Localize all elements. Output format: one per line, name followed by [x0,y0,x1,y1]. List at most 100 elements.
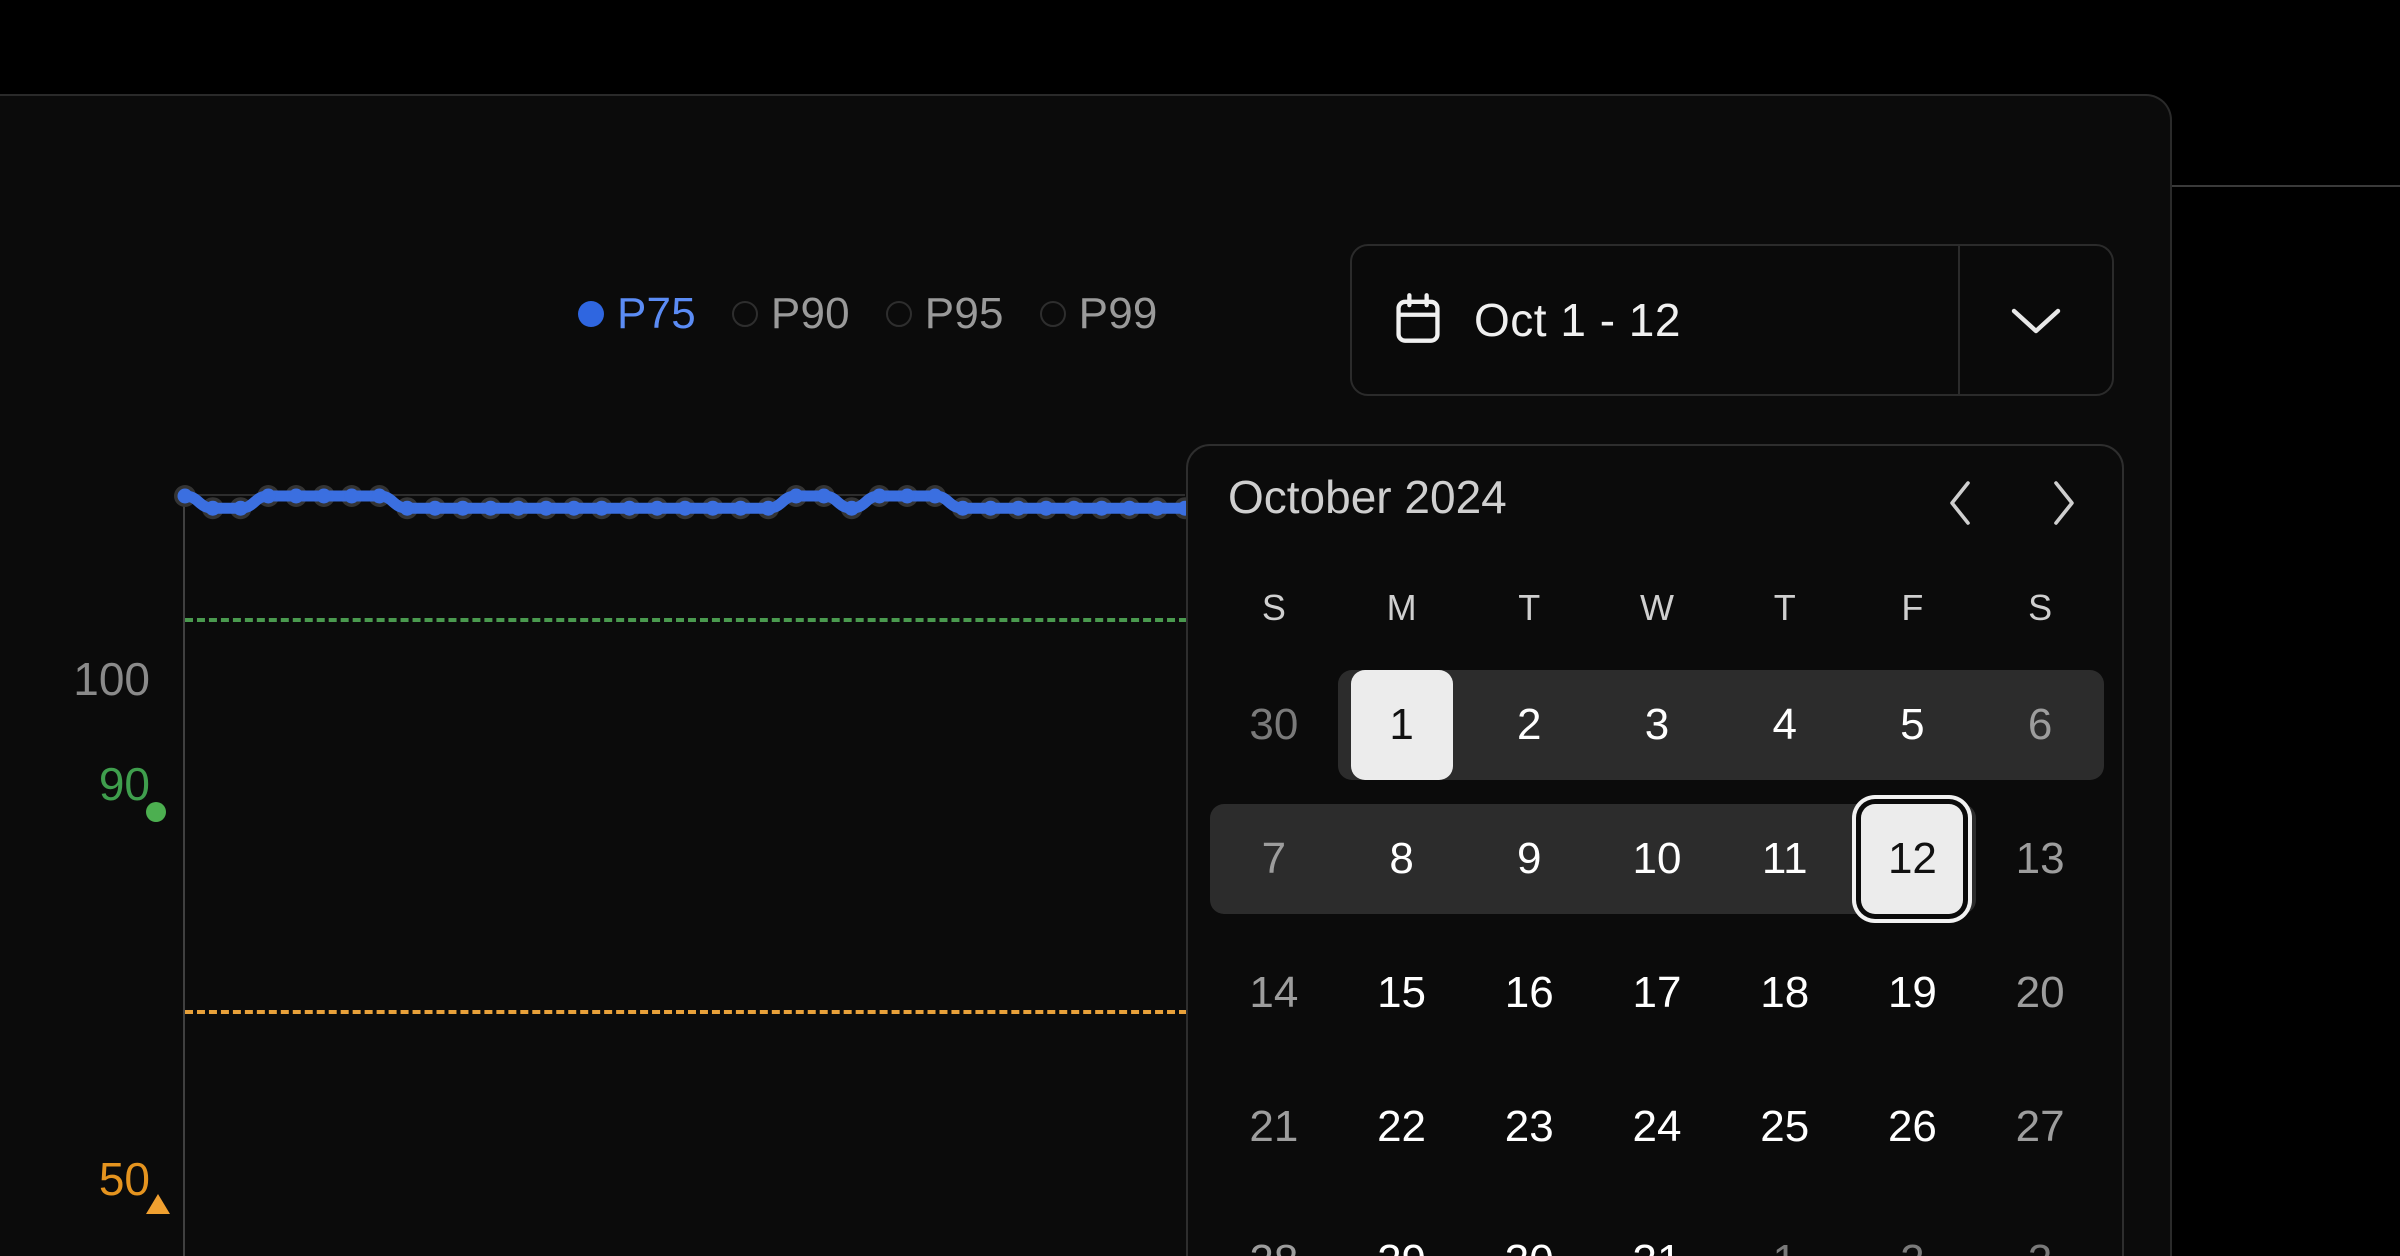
series-point[interactable] [1149,500,1165,516]
calendar-day-18[interactable]: 18 [1721,926,1849,1060]
calendar-day-30[interactable]: 30 [1465,1194,1593,1256]
calendar-day-14[interactable]: 14 [1210,926,1338,1060]
series-point[interactable] [566,500,582,516]
series-point[interactable] [1010,500,1026,516]
calendar-weekday: M [1386,587,1417,628]
series-point[interactable] [983,500,999,516]
calendar-weekday: S [2028,587,2053,628]
calendar-day-12[interactable]: 12 [1848,792,1977,926]
calendar-day-number: 22 [1377,1102,1427,1151]
calendar-day-13[interactable]: 13 [1976,792,2104,926]
calendar-day-16[interactable]: 16 [1465,926,1593,1060]
calendar-day-5[interactable]: 5 [1848,658,1977,792]
calendar-day-6[interactable]: 6 [1976,658,2104,792]
series-point[interactable] [399,500,415,516]
series-point[interactable] [455,500,471,516]
calendar-day-17[interactable]: 17 [1593,926,1721,1060]
calendar-day-number: 7 [1261,834,1287,883]
series-point[interactable] [705,500,721,516]
calendar-day-number: 9 [1517,834,1542,883]
series-point[interactable] [955,500,971,516]
series-point[interactable] [1094,500,1110,516]
series-point[interactable] [649,500,665,516]
calendar-day-grid[interactable]: 30 1 2 3 4 5 6 7 8 9 10 11 12 13 14 15 16 17 18 19 20 21 22 23 2… [1210,658,2104,1256]
calendar-day-23[interactable]: 23 [1465,1060,1593,1194]
calendar-day-24[interactable]: 24 [1593,1060,1721,1194]
calendar-day-3[interactable]: 3 [1593,658,1721,792]
calendar-day-8[interactable]: 8 [1337,792,1466,926]
calendar-day-number: 2 [1517,700,1542,749]
calendar-day-3[interactable]: 3 [1976,1194,2104,1256]
calendar-day-10[interactable]: 10 [1593,792,1721,926]
series-point[interactable] [371,488,387,504]
calendar-day-number: 21 [1249,1102,1299,1151]
series-point[interactable] [483,500,499,516]
calendar-day-number: 29 [1377,1239,1426,1256]
calendar-day-15[interactable]: 15 [1338,926,1466,1060]
series-point[interactable] [677,500,693,516]
series-point[interactable] [205,500,221,516]
calendar-day-number: 31 [1633,1239,1682,1256]
calendar-day-number: 6 [2027,700,2053,749]
calendar-day-19[interactable]: 19 [1849,926,1977,1060]
calendar-day-number: 19 [1887,968,1937,1017]
series-point[interactable] [760,500,776,516]
series-point[interactable] [427,500,443,516]
calendar-day-number: 10 [1632,834,1682,883]
series-point[interactable] [899,488,915,504]
chevron-left-icon[interactable] [1926,468,1996,538]
calendar-day-2[interactable]: 2 [1849,1194,1977,1256]
calendar-day-1[interactable]: 1 [1721,1194,1849,1256]
series-point[interactable] [538,500,554,516]
calendar-day-26[interactable]: 26 [1849,1060,1977,1194]
calendar-day-29[interactable]: 29 [1338,1194,1466,1256]
calendar-day-28[interactable]: 28 [1210,1194,1338,1256]
calendar-day-11[interactable]: 11 [1720,792,1849,926]
calendar-day-9[interactable]: 9 [1465,792,1594,926]
series-point[interactable] [1066,500,1082,516]
calendar-day-number: 1 [1772,1239,1796,1256]
series-point[interactable] [621,500,637,516]
series-point[interactable] [344,488,360,504]
calendar-day-1[interactable]: 1 [1337,658,1466,792]
calendar-day-27[interactable]: 27 [1976,1060,2104,1194]
series-point[interactable] [510,500,526,516]
series-point[interactable] [788,488,804,504]
series-point[interactable] [233,500,249,516]
calendar-day-30[interactable]: 30 [1210,658,1338,792]
calendar-day-2[interactable]: 2 [1465,658,1594,792]
series-point[interactable] [733,500,749,516]
calendar-weekday: T [1518,587,1541,628]
calendar-weekday-header: SMTWTFS [1210,590,2104,626]
series-point[interactable] [871,488,887,504]
calendar-day-number: 28 [1249,1239,1298,1256]
series-point[interactable] [816,488,832,504]
background-divider [2172,185,2400,187]
chart-toolbar: P75 P90 P95 P99 Oct 1 - 12 [0,96,2170,396]
series-point[interactable] [177,488,193,504]
calendar-day-number: 1 [1389,700,1414,749]
series-point[interactable] [844,500,860,516]
calendar-day-number: 12 [1887,834,1937,883]
calendar-day-number: 24 [1632,1102,1682,1151]
calendar-day-number: 4 [1772,700,1797,749]
calendar-day-22[interactable]: 22 [1338,1060,1466,1194]
series-point[interactable] [927,488,943,504]
calendar-day-number: 11 [1761,834,1808,883]
series-point[interactable] [316,488,332,504]
chevron-right-icon[interactable] [2028,468,2098,538]
calendar-day-31[interactable]: 31 [1593,1194,1721,1256]
calendar-day-21[interactable]: 21 [1210,1060,1338,1194]
calendar-day-7[interactable]: 7 [1210,792,1338,926]
calendar-day-25[interactable]: 25 [1721,1060,1849,1194]
calendar-day-20[interactable]: 20 [1976,926,2104,1060]
series-point[interactable] [288,488,304,504]
date-range-calendar-popup[interactable]: October 2024 SMTWTFS 30 1 2 3 4 5 6 7 8 9 10 11 12 13… [1186,444,2124,1256]
calendar-day-number: 2 [1900,1239,1924,1256]
series-point[interactable] [1121,500,1137,516]
series-point[interactable] [1038,500,1054,516]
calendar-weekday: S [1261,587,1286,628]
series-point[interactable] [594,500,610,516]
series-point[interactable] [260,488,276,504]
calendar-day-4[interactable]: 4 [1720,658,1849,792]
